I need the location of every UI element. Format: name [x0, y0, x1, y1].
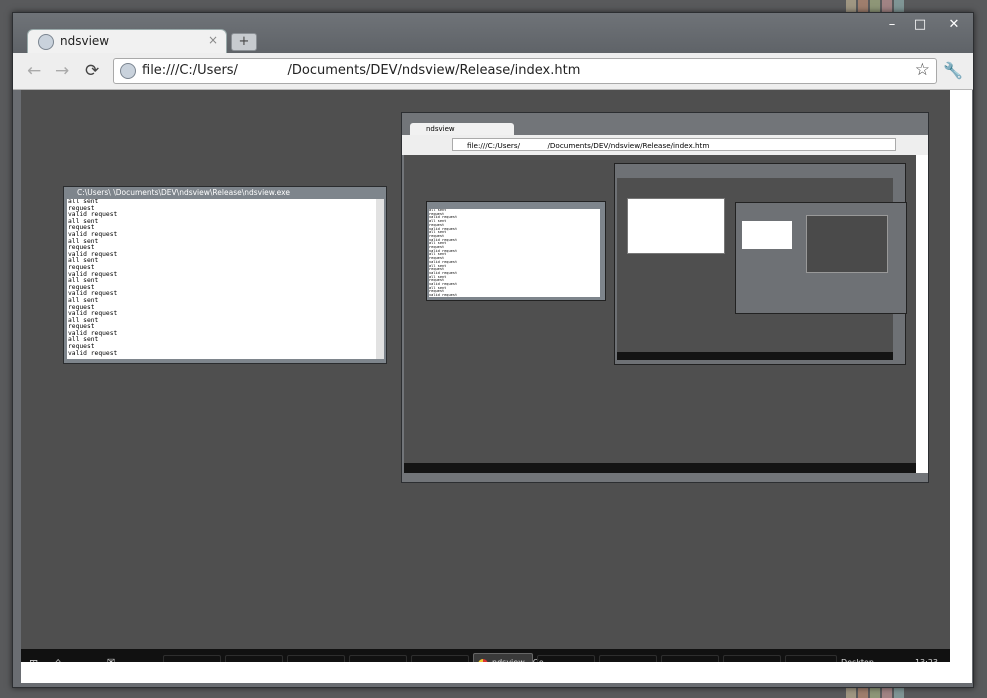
nested-browser-level-4: [806, 215, 888, 273]
minimize-button[interactable]: –: [879, 15, 905, 35]
maximize-button[interactable]: □: [907, 15, 933, 35]
nested-tab: ndsview: [410, 123, 514, 135]
globe-icon: [38, 34, 54, 50]
console-line: valid request: [68, 250, 118, 258]
back-arrow-icon[interactable]: ←: [27, 61, 41, 81]
forward-arrow-icon[interactable]: →: [55, 61, 69, 81]
console-line: all sent: [68, 237, 99, 245]
page-right-margin: [950, 90, 972, 662]
console-line: valid request: [68, 230, 118, 238]
browser-window: – □ ✕ ndsview × + ← → ⟳ file:///C:/Users…: [12, 12, 974, 688]
console-line: all sent: [68, 257, 99, 265]
nested-toolbar: file:///C:/Users/ /Documents/DEV/ndsview…: [402, 135, 928, 155]
nested-content: all sent request valid request all sent requ…: [404, 155, 916, 473]
nested-console-level-2: [627, 198, 725, 254]
tab-title: ndsview: [60, 34, 110, 48]
page-content: C:\Users\ \Documents\DEV\ndsview\Release…: [21, 90, 950, 662]
title-bar: – □ ✕ ndsview × +: [13, 13, 973, 54]
close-window-button[interactable]: ✕: [941, 15, 967, 35]
nested-console: all sent request valid request all sent requ…: [426, 201, 606, 301]
reload-icon[interactable]: ⟳: [85, 61, 99, 81]
console-title: C:\Users\ \Documents\DEV\ndsview\Release…: [77, 188, 290, 197]
new-tab-button[interactable]: +: [231, 33, 257, 51]
nested-url: file:///C:/Users/ /Documents/DEV/ndsview…: [452, 138, 896, 151]
console-line: all sent: [68, 199, 99, 205]
page-globe-icon: [120, 63, 136, 79]
console-line: all sent: [68, 336, 99, 344]
console-line: valid request: [68, 329, 118, 337]
console-line: all sent: [68, 217, 99, 225]
tab-close-icon[interactable]: ×: [208, 33, 218, 47]
nested-content-level-2: [617, 178, 907, 360]
console-window[interactable]: C:\Users\ \Documents\DEV\ndsview\Release…: [63, 186, 387, 364]
console-line: valid request: [68, 310, 118, 318]
nested-browser-level-3: [735, 202, 907, 314]
bookmark-star-icon[interactable]: ☆: [915, 60, 930, 80]
console-line: all sent: [68, 277, 99, 285]
page-bottom-margin: [21, 662, 972, 683]
nested-console-output: all sent request valid request all sent requ…: [429, 209, 600, 297]
url-text: file:///C:/Users/ /Documents/DEV/ndsview…: [142, 63, 581, 78]
nested-browser-screenshot: ndsview file:///C:/Users/ /Documents/DEV…: [401, 112, 929, 483]
console-output: all sent request valid request all sent requ…: [67, 199, 376, 359]
console-line: valid request: [68, 270, 118, 278]
browser-toolbar: ← → ⟳ file:///C:/Users/ /Documents/DEV/n…: [13, 53, 973, 90]
console-line: valid request: [68, 349, 118, 357]
tab-ndsview[interactable]: ndsview ×: [27, 29, 227, 54]
nested-console-level-3: [742, 221, 792, 249]
nested-taskbar: [404, 463, 916, 473]
nested-browser-level-2: [614, 163, 907, 365]
nested-console-line: valid request: [429, 293, 458, 297]
nested-taskbar-level-2: [617, 352, 893, 360]
wrench-menu-icon[interactable]: 🔧: [943, 61, 963, 80]
console-line: all sent: [68, 296, 99, 304]
console-line: valid request: [68, 290, 118, 298]
console-line: all sent: [68, 316, 99, 324]
address-bar[interactable]: file:///C:/Users/ /Documents/DEV/ndsview…: [113, 58, 937, 84]
console-line: valid request: [68, 211, 118, 219]
console-scrollbar[interactable]: [376, 199, 384, 359]
nested-white-margin: [916, 155, 928, 473]
